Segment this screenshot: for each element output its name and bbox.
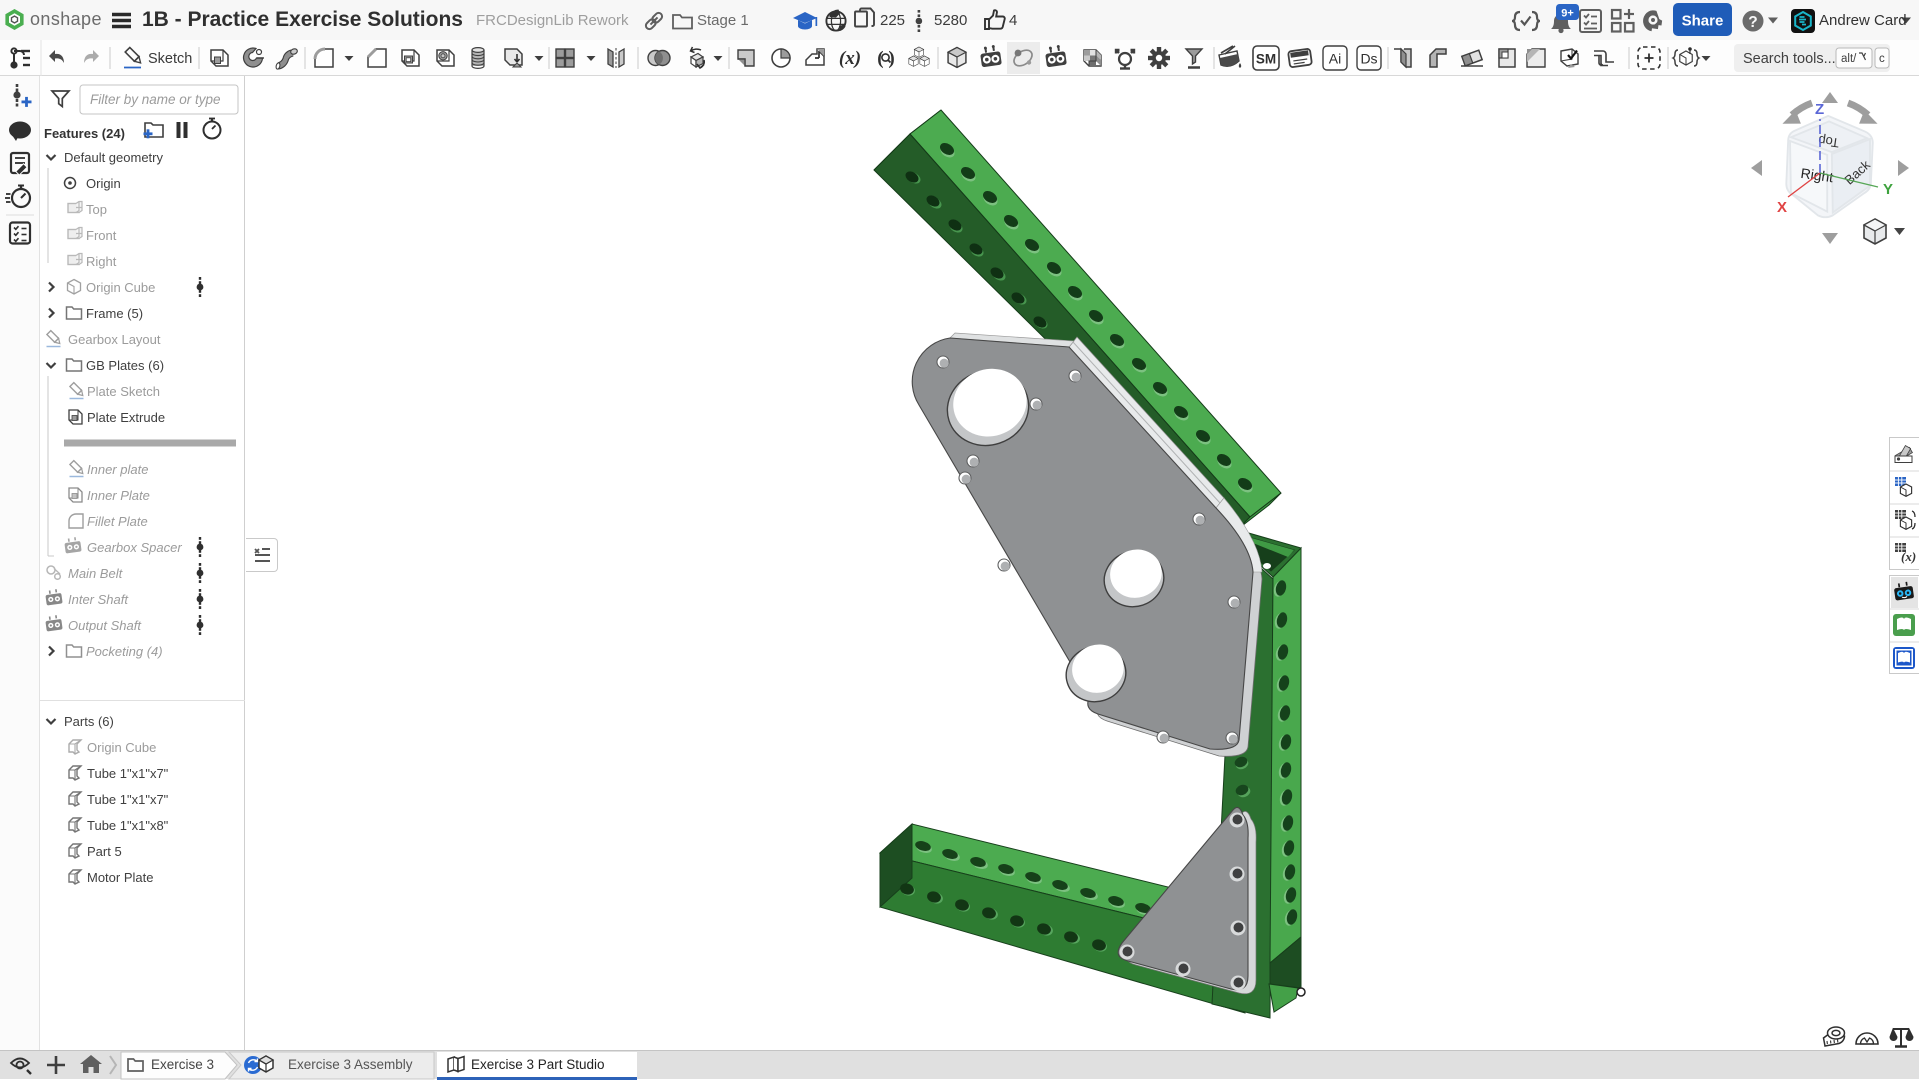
svg-text:Ds: Ds xyxy=(1360,51,1377,67)
svg-text:alt/: alt/ xyxy=(1841,53,1857,65)
svg-text:c: c xyxy=(1879,53,1885,65)
svg-text:(x): (x) xyxy=(839,48,861,69)
svg-text:Sketch: Sketch xyxy=(148,51,192,67)
svg-text:Search tools...: Search tools... xyxy=(1743,51,1836,67)
svg-text:Y: Y xyxy=(1883,181,1893,198)
svg-text:Filter by name or type: Filter by name or type xyxy=(90,92,221,107)
svg-text:X: X xyxy=(1777,199,1787,216)
svg-text:SM: SM xyxy=(1256,52,1276,67)
svg-text:Share: Share xyxy=(1682,13,1724,30)
svg-text:Z: Z xyxy=(1815,101,1824,118)
svg-text:( ): ( ) xyxy=(877,48,894,69)
svg-text:?: ? xyxy=(1748,14,1757,31)
svg-text:Ai: Ai xyxy=(1329,51,1341,67)
svg-text:(x): (x) xyxy=(1901,549,1916,564)
svg-text:9+: 9+ xyxy=(1561,8,1574,20)
